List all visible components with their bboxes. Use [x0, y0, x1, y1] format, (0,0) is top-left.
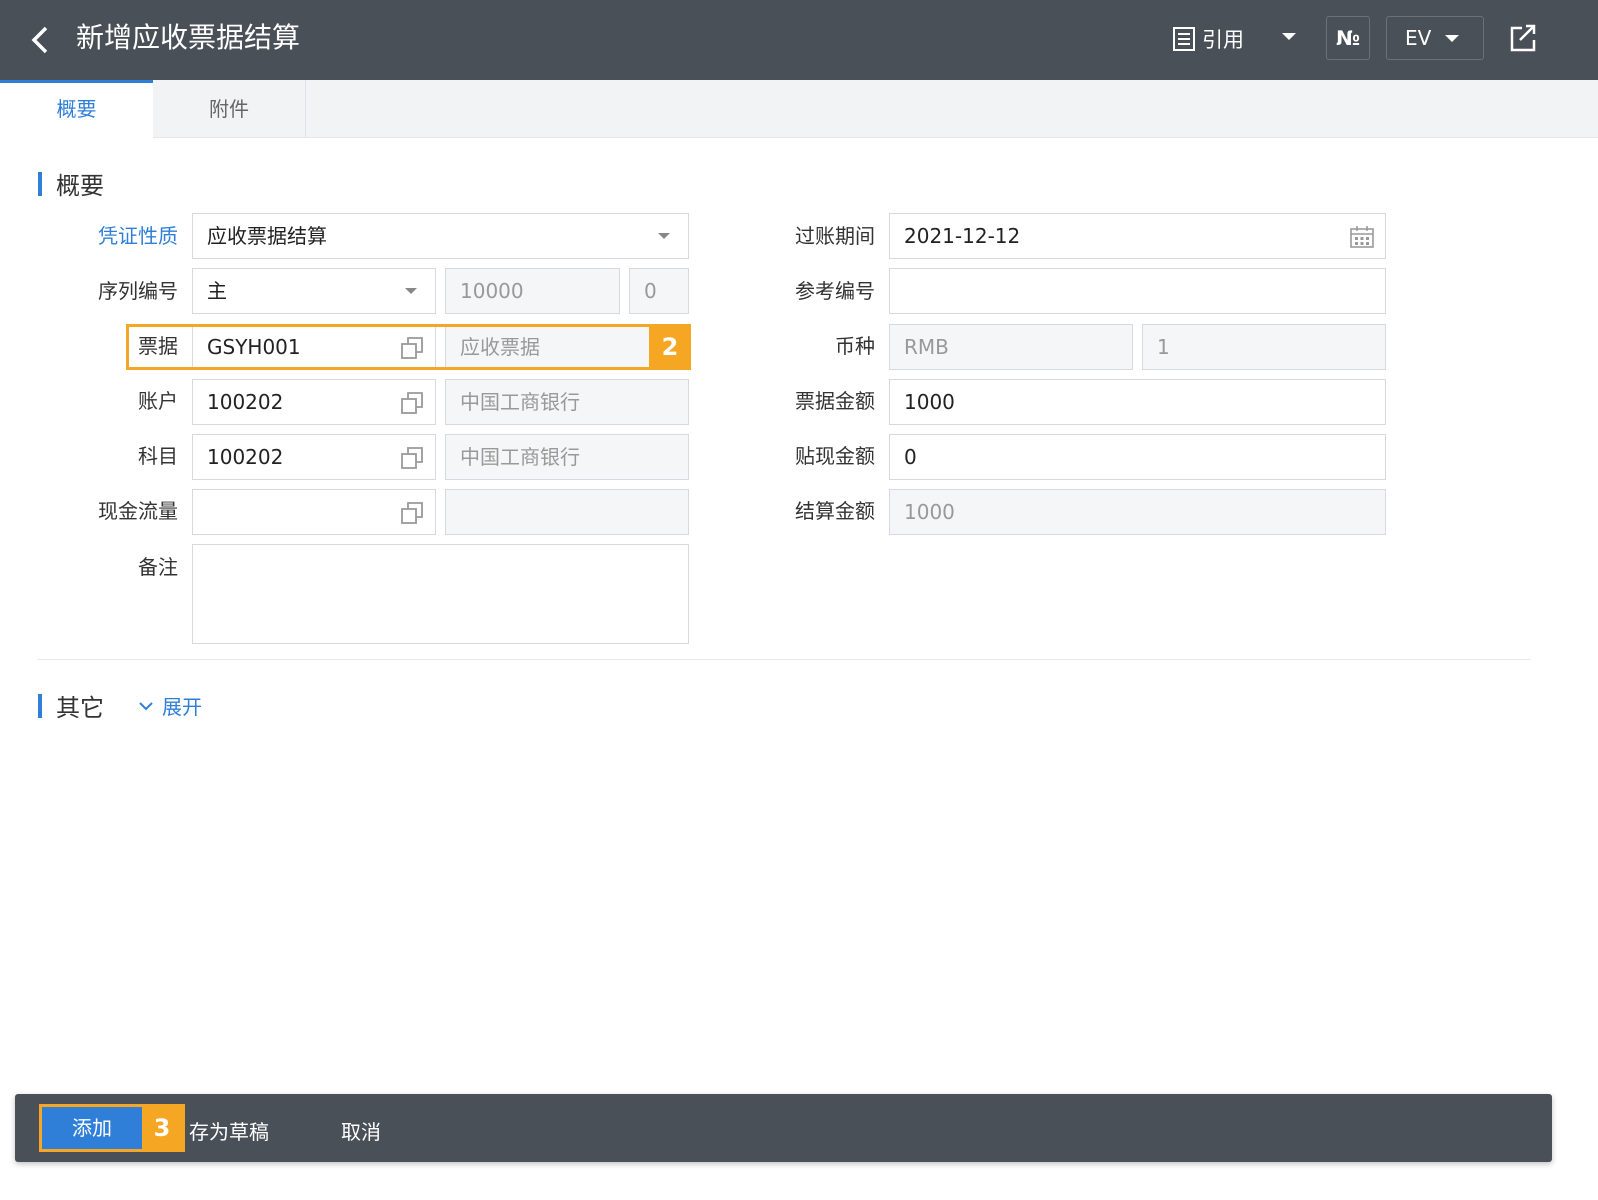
voucher-type-label[interactable]: 凭证性质 [28, 224, 178, 248]
summary-section-title: 概要 [56, 172, 104, 200]
reference-no-input[interactable] [889, 268, 1386, 314]
section-divider [38, 659, 1530, 660]
cash-flow-code-input[interactable] [192, 489, 436, 535]
back-arrow-icon[interactable] [28, 22, 56, 58]
settle-amount-field: 1000 [889, 489, 1386, 535]
posting-date-value: 2021-12-12 [904, 224, 1021, 248]
app-header: 新增应收票据结算 引用 № EV [0, 0, 1598, 80]
subject-code-input[interactable]: 100202 [192, 434, 436, 480]
copy-icon[interactable] [399, 500, 425, 526]
account-code-value: 100202 [207, 390, 284, 414]
step-2-highlight [126, 324, 691, 370]
expand-toggle[interactable]: 展开 [138, 691, 202, 720]
bill-amount-label: 票据金额 [795, 389, 875, 413]
caret-down-icon [1445, 34, 1460, 42]
subject-name-field: 中国工商银行 [445, 434, 689, 480]
remark-label: 备注 [138, 555, 178, 579]
subject-code-value: 100202 [207, 445, 284, 469]
sequence-value: 主 [207, 279, 227, 303]
account-label: 账户 [138, 389, 178, 413]
action-bar: 添加 3 存为草稿 取消 [15, 1094, 1552, 1162]
add-button-label: 添加 [42, 1107, 142, 1149]
sequence-suffix-field: 0 [629, 268, 689, 314]
currency-label: 币种 [835, 334, 875, 358]
voucher-type-select[interactable]: 应收票据结算 [192, 213, 689, 259]
cancel-button[interactable]: 取消 [341, 1116, 381, 1145]
voucher-type-value: 应收票据结算 [207, 224, 327, 248]
sequence-number-field: 10000 [445, 268, 620, 314]
save-draft-button[interactable]: 存为草稿 [189, 1116, 269, 1145]
reference-button[interactable]: 引用 [1172, 20, 1244, 58]
step-3-badge: 3 [153, 1114, 171, 1142]
tab-bar: 概要 附件 [0, 80, 1598, 138]
copy-icon[interactable] [399, 390, 425, 416]
ev-label: EV [1405, 26, 1432, 50]
ev-dropdown[interactable]: EV [1386, 16, 1484, 60]
cash-flow-name-field [445, 489, 689, 535]
share-icon[interactable] [1508, 22, 1538, 54]
sequence-select[interactable]: 主 [192, 268, 436, 314]
list-icon [1173, 27, 1195, 51]
other-section-header: 其它 展开 [38, 688, 202, 723]
exchange-rate-field: 1 [1142, 324, 1386, 370]
caret-down-icon [405, 288, 417, 294]
reference-label: 引用 [1202, 28, 1244, 52]
copy-icon[interactable] [399, 445, 425, 471]
account-name-field: 中国工商银行 [445, 379, 689, 425]
chevron-down-icon [139, 701, 153, 710]
cash-flow-label: 现金流量 [98, 499, 178, 523]
page-title: 新增应收票据结算 [76, 21, 301, 54]
summary-section-header: 概要 [38, 166, 104, 201]
reference-no-label: 参考编号 [795, 279, 875, 303]
sequence-label: 序列编号 [98, 279, 178, 303]
other-section-title: 其它 [56, 694, 104, 722]
discount-amount-label: 贴现金额 [795, 444, 875, 468]
expand-label: 展开 [162, 695, 202, 719]
bill-amount-input[interactable]: 1000 [889, 379, 1386, 425]
posting-date-label: 过账期间 [795, 224, 875, 248]
settle-amount-label: 结算金额 [795, 499, 875, 523]
remark-textarea[interactable] [192, 544, 689, 644]
account-code-input[interactable]: 100202 [192, 379, 436, 425]
section-accent-bar [38, 171, 42, 196]
number-button[interactable]: № [1326, 16, 1370, 60]
subject-label: 科目 [138, 444, 178, 468]
step-2-badge: 2 [649, 324, 691, 370]
currency-field: RMB [889, 324, 1133, 370]
section-accent-bar [38, 693, 42, 718]
discount-amount-input[interactable]: 0 [889, 434, 1386, 480]
add-button[interactable]: 添加 3 [39, 1104, 185, 1152]
caret-down-icon [658, 233, 670, 239]
tab-attachments[interactable]: 附件 [153, 80, 306, 138]
posting-date-picker[interactable]: 2021-12-12 [889, 213, 1386, 259]
calendar-icon[interactable] [1349, 224, 1375, 250]
tab-summary[interactable]: 概要 [0, 80, 153, 138]
caret-down-icon[interactable] [1278, 26, 1300, 48]
